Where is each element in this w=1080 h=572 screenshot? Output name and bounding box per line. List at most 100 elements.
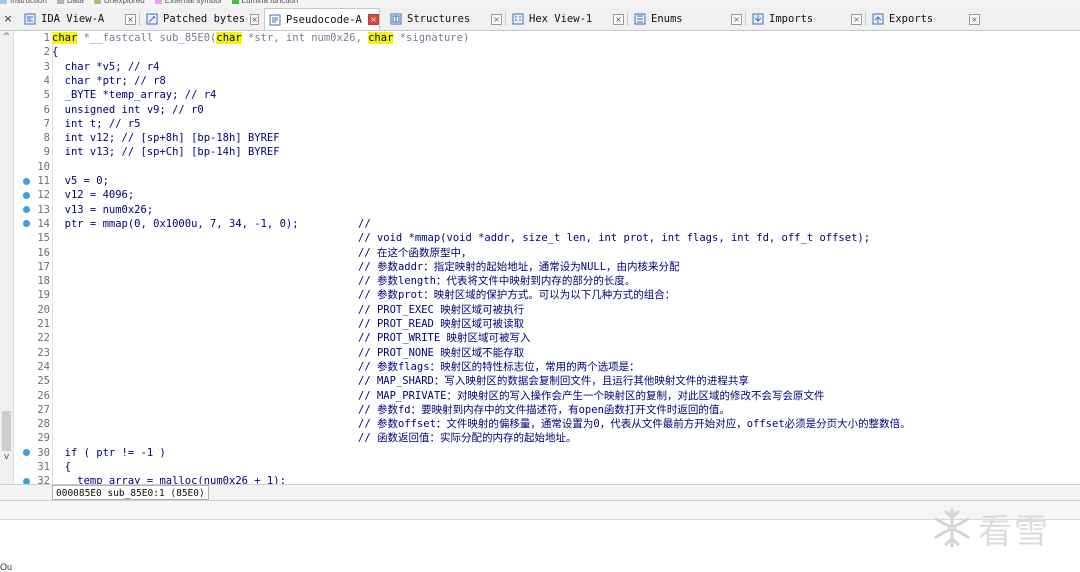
line-number: 20	[37, 303, 50, 316]
code-line[interactable]: _BYTE *temp_array; // r4	[52, 88, 217, 102]
patched-bytes-icon	[146, 13, 158, 25]
code-comment: //	[358, 217, 371, 230]
imports-icon	[752, 13, 764, 25]
breakpoint-dot-icon[interactable]	[23, 220, 30, 228]
pseudocode-editor[interactable]: ^ v 1 2 3 4 5 6 7 8 9 10 11 12 13 14 15 16 17 18 19 20 21 22 2…	[0, 31, 1080, 484]
close-icon[interactable]: ×	[250, 13, 259, 25]
legend-swatch	[231, 0, 239, 5]
output-panel	[0, 520, 1080, 570]
code-line[interactable]: int t; // r5	[52, 117, 141, 131]
line-number: 2	[43, 46, 50, 59]
line-number: 9	[43, 146, 50, 159]
close-icon[interactable]: ×	[125, 13, 136, 25]
tab-patched-bytes[interactable]: Patched bytes ×	[142, 9, 259, 29]
line-number: 32	[37, 475, 50, 484]
code-area[interactable]: char *__fastcall sub_85E0(char *str, int…	[52, 31, 1078, 484]
code-comment: // 参数addr：指定映射的起始地址，通常设为NULL，由内核来分配	[358, 260, 680, 273]
code-line[interactable]: if ( ptr != -1 )	[52, 446, 166, 460]
legend-label: Instruction	[10, 0, 47, 5]
line-number: 11	[37, 175, 50, 187]
line-number: 6	[43, 103, 50, 116]
line-number: 7	[43, 117, 50, 130]
tab-label: Enums	[651, 13, 683, 25]
line-number: 5	[43, 89, 50, 102]
breakpoint-dot-icon[interactable]	[23, 177, 30, 185]
legend-label: Unexplored	[103, 0, 145, 5]
watermark-text: 看雪	[978, 511, 1050, 552]
line-number: 26	[37, 389, 50, 402]
vertical-scrollbar[interactable]: ^ v	[0, 31, 14, 484]
close-icon[interactable]: ×	[851, 13, 862, 25]
line-number: 16	[37, 246, 50, 259]
tab-structures[interactable]: Structures ×	[386, 9, 502, 29]
hex-view-icon	[512, 13, 524, 25]
line-number: 30	[37, 446, 50, 459]
legend-swatch	[56, 0, 64, 5]
tab-label: Patched bytes	[163, 13, 246, 25]
line-number: 10	[37, 160, 50, 173]
tab-label: Structures	[407, 13, 471, 25]
breakpoint-dot-icon[interactable]	[23, 449, 30, 457]
code-comment: // MAP_PRIVATE：对映射区的写入操作会产生一个映射区的复制，对此区域…	[358, 389, 825, 402]
code-line[interactable]: v12 = 4096;	[52, 188, 135, 202]
breakpoint-dot-icon[interactable]	[23, 206, 30, 214]
code-comment: // void *mmap(void *addr, size_t len, in…	[358, 232, 871, 245]
line-number-gutter: 1 2 3 4 5 6 7 8 9 10 11 12 13 14 15 16 17 18 19 20 21 22 23 24 2…	[14, 31, 53, 484]
horizontal-scrollbar[interactable]	[0, 501, 1080, 520]
code-line[interactable]: char *ptr; // r8	[52, 74, 166, 88]
legend-label: External symbol	[164, 0, 222, 5]
code-comment: // PROT_WRITE 映射区域可被写入	[358, 332, 531, 345]
line-number: 22	[37, 332, 50, 345]
tab-exports[interactable]: Exports ×	[868, 9, 980, 29]
scroll-up-icon[interactable]: ^	[0, 31, 13, 44]
snowflake-icon	[934, 508, 970, 548]
scrollbar-thumb[interactable]	[2, 411, 11, 451]
code-line[interactable]: temp_array = malloc(num0x26 + 1);	[52, 474, 286, 484]
tab-label: IDA View-A	[41, 13, 105, 25]
code-line[interactable]: int v13; // [sp+Ch] [bp-14h] BYREF	[52, 145, 280, 159]
code-line[interactable]: int v12; // [sp+8h] [bp-18h] BYREF	[52, 131, 280, 145]
line-number: 1	[43, 32, 50, 44]
code-line[interactable]: {	[52, 460, 71, 474]
watermark: 看雪	[930, 503, 1070, 553]
close-icon[interactable]: ×	[0, 8, 16, 30]
legend-swatch	[93, 0, 101, 5]
code-line[interactable]: v5 = 0;	[52, 174, 109, 188]
tab-ida-view-a[interactable]: IDA View-A ×	[20, 9, 136, 29]
tab-separator	[505, 12, 506, 26]
line-number: 28	[37, 418, 50, 431]
line-number: 23	[37, 346, 50, 359]
code-line[interactable]: char *__fastcall sub_85E0(char *str, int…	[52, 31, 469, 45]
legend-item: External symbol	[154, 0, 222, 5]
code-line[interactable]: char *v5; // r4	[52, 60, 160, 74]
line-number: 12	[37, 189, 50, 202]
close-icon[interactable]: ×	[491, 13, 502, 25]
code-line[interactable]: {	[52, 45, 58, 59]
close-icon[interactable]: ×	[731, 13, 742, 25]
breakpoint-dot-icon[interactable]	[23, 191, 30, 199]
scroll-down-icon[interactable]: v	[0, 451, 13, 464]
line-number: 18	[37, 275, 50, 288]
tab-imports[interactable]: Imports ×	[748, 9, 862, 29]
ida-view-icon	[24, 13, 36, 25]
tab-hex-view-1[interactable]: Hex View-1 ×	[508, 9, 624, 29]
code-line[interactable]: unsigned int v9; // r0	[52, 103, 204, 117]
tab-pseudocode-a[interactable]: Pseudocode-A ×	[264, 8, 380, 30]
code-comment: // PROT_NONE 映射区域不能存取	[358, 346, 525, 359]
close-icon[interactable]: ×	[613, 13, 624, 25]
line-number: 4	[43, 74, 50, 87]
tab-label: Hex View-1	[529, 13, 593, 25]
code-line[interactable]: ptr = mmap(0, 0x1000u, 7, 34, -1, 0);	[52, 217, 299, 231]
tab-separator	[627, 12, 628, 26]
code-comment: // 参数offset：文件映射的偏移量，通常设置为0，代表从文件最前方开始对应…	[358, 418, 911, 431]
tab-enums[interactable]: Enums ×	[630, 9, 742, 29]
tab-separator	[745, 12, 746, 26]
exports-icon	[872, 13, 884, 25]
tab-label: Exports	[889, 13, 934, 25]
code-comment: // 参数length：代表将文件中映射到内存的部分的长度。	[358, 275, 636, 288]
code-comment: // PROT_READ 映射区域可被读取	[358, 318, 525, 330]
code-line[interactable]: v13 = num0x26;	[52, 203, 154, 217]
legend-strip: Instruction Data Unexplored External symbol…	[0, 0, 1080, 8]
close-icon[interactable]: ×	[969, 13, 980, 25]
close-icon[interactable]: ×	[368, 14, 379, 25]
